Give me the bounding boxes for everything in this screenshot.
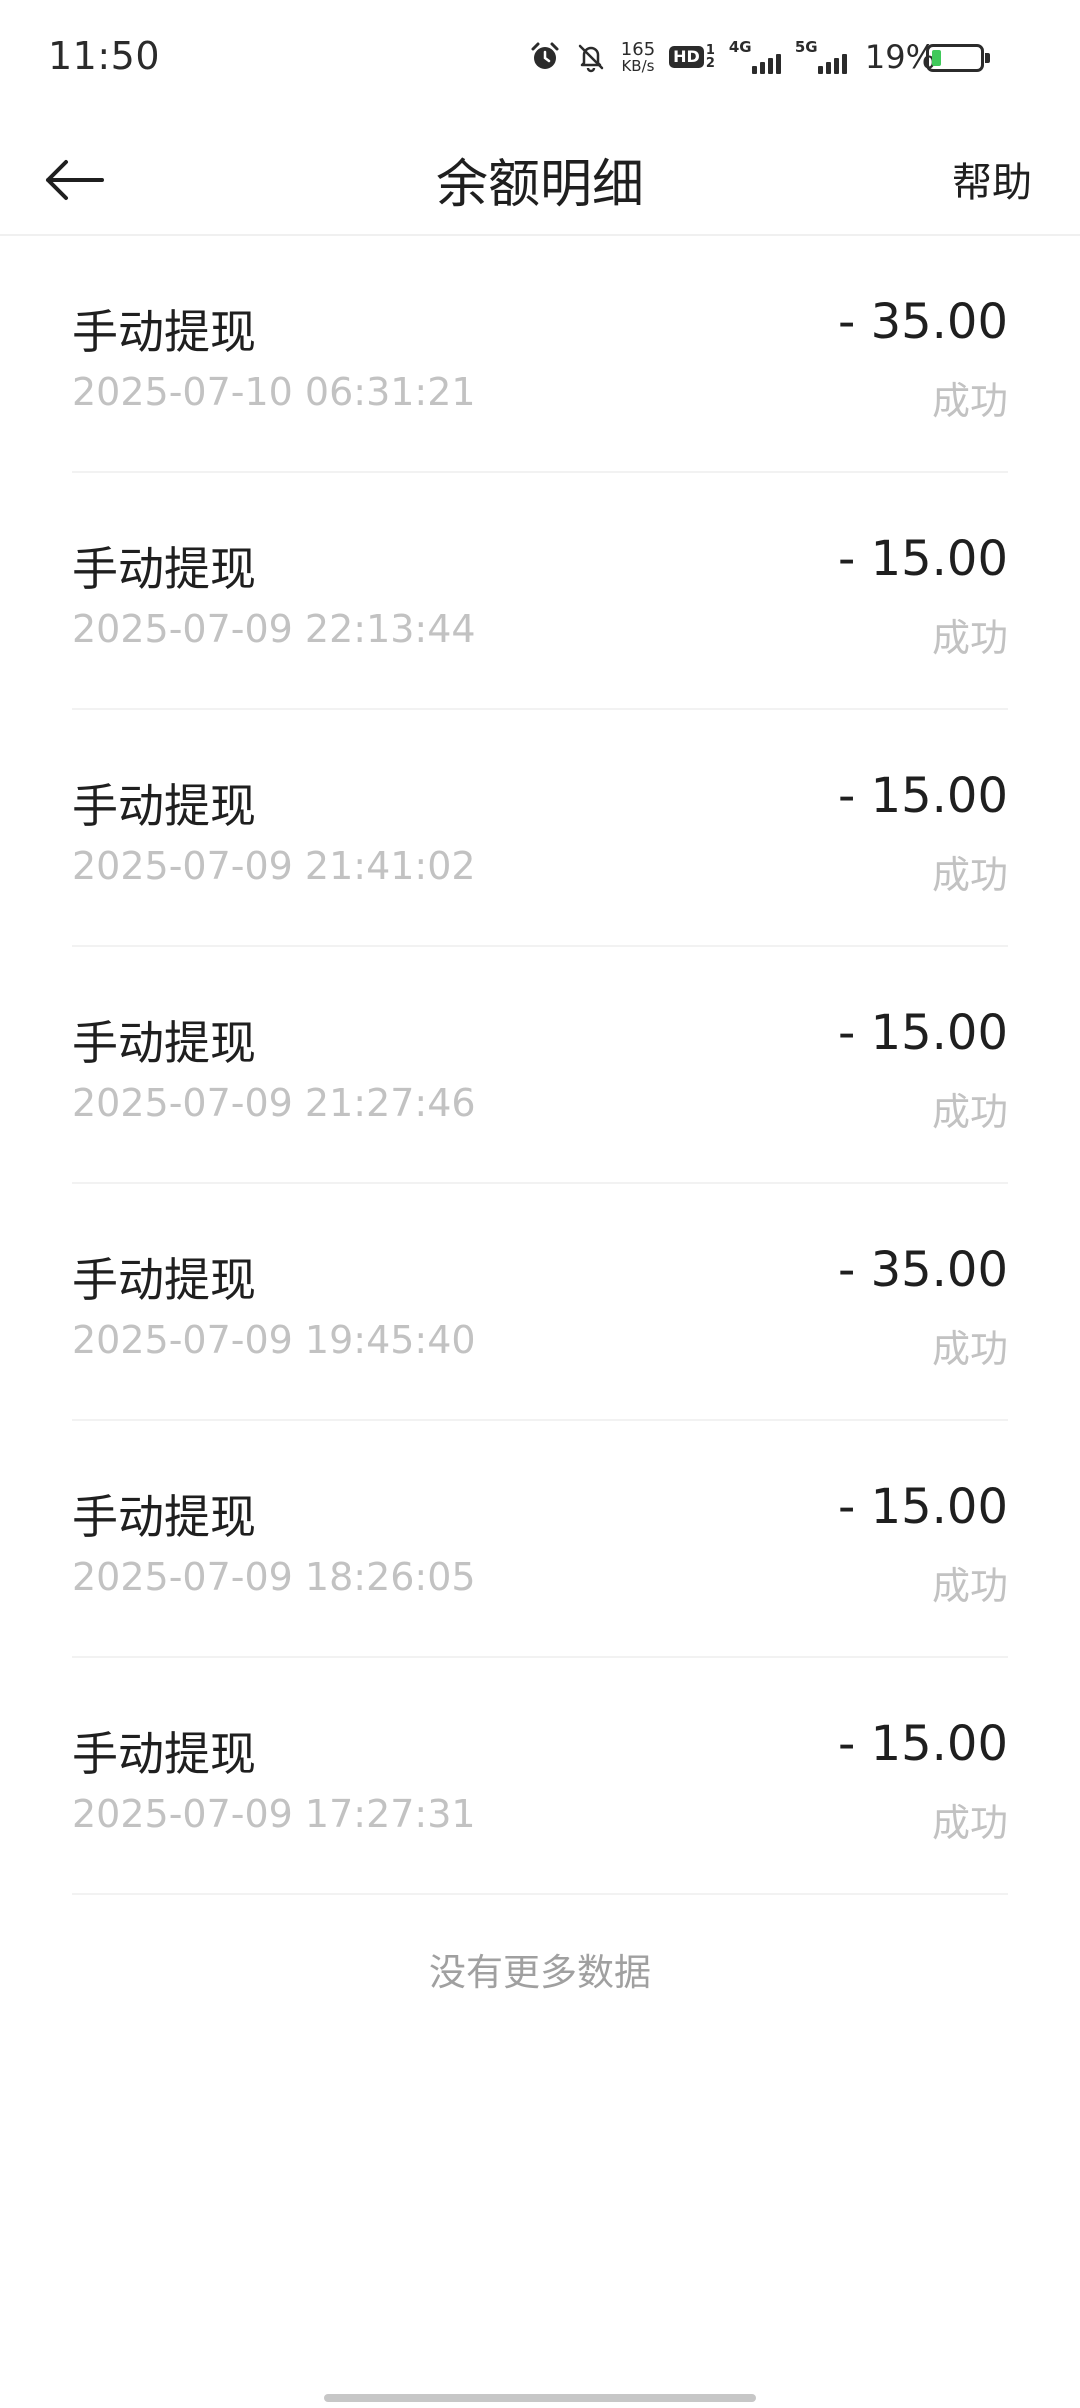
list-item[interactable]: 手动提现 - 15.00 2025-07-09 21:41:02 成功 [72, 710, 1008, 947]
status-time: 11:50 [48, 34, 161, 78]
list-item[interactable]: 手动提现 - 35.00 2025-07-09 19:45:40 成功 [72, 1184, 1008, 1421]
record-time: 2025-07-09 22:13:44 [72, 607, 476, 651]
list-item[interactable]: 手动提现 - 35.00 2025-07-10 06:31:21 成功 [72, 236, 1008, 473]
record-time: 2025-07-09 21:27:46 [72, 1081, 476, 1125]
hd-label: HD [669, 46, 704, 68]
record-title: 手动提现 [72, 779, 256, 833]
record-amount: - 35.00 [838, 294, 1008, 350]
record-title: 手动提现 [72, 1490, 256, 1544]
record-status: 成功 [931, 1090, 1008, 1134]
alarm-icon [529, 41, 561, 73]
signal-4g-tag: 4G [728, 38, 752, 56]
record-title: 手动提现 [72, 1727, 256, 1781]
record-status: 成功 [931, 853, 1008, 897]
record-status: 成功 [931, 1564, 1008, 1608]
network-speed: 165 KB/s [620, 38, 656, 75]
record-amount: - 35.00 [838, 1242, 1008, 1298]
signal-5g-tag: 5G [794, 38, 818, 56]
record-time: 2025-07-09 19:45:40 [72, 1318, 476, 1362]
hd-voice-icon: HD 1 2 [669, 44, 715, 70]
status-icons: 165 KB/s HD 1 2 4G 5G 19% [529, 38, 936, 76]
signal-5g-icon: 5G [795, 40, 847, 74]
no-more-data-text: 没有更多数据 [429, 1951, 651, 1994]
record-time: 2025-07-09 21:41:02 [72, 844, 476, 888]
battery-icon [926, 44, 990, 72]
nav-bar: 余额明细 帮助 [0, 120, 1080, 236]
record-amount: - 15.00 [838, 1716, 1008, 1772]
list-item[interactable]: 手动提现 - 15.00 2025-07-09 17:27:31 成功 [72, 1658, 1008, 1895]
network-speed-value: 165 [620, 38, 656, 60]
record-time: 2025-07-09 17:27:31 [72, 1792, 476, 1836]
record-amount: - 15.00 [838, 531, 1008, 587]
record-time: 2025-07-10 06:31:21 [72, 370, 476, 414]
list-item[interactable]: 手动提现 - 15.00 2025-07-09 21:27:46 成功 [72, 947, 1008, 1184]
record-title: 手动提现 [72, 542, 256, 596]
record-title: 手动提现 [72, 1253, 256, 1307]
record-title: 手动提现 [72, 1016, 256, 1070]
record-status: 成功 [931, 1327, 1008, 1371]
network-speed-unit: KB/s [621, 56, 655, 75]
list-item[interactable]: 手动提现 - 15.00 2025-07-09 18:26:05 成功 [72, 1421, 1008, 1658]
record-title: 手动提现 [72, 305, 256, 359]
record-amount: - 15.00 [838, 1479, 1008, 1535]
help-button[interactable]: 帮助 [952, 150, 1032, 208]
record-amount: - 15.00 [838, 1005, 1008, 1061]
record-time: 2025-07-09 18:26:05 [72, 1555, 476, 1599]
hd-sub-bottom: 2 [705, 56, 715, 71]
status-bar: 11:50 165 KB/s HD 1 2 4G 5G 19% [0, 0, 1080, 120]
record-status: 成功 [931, 379, 1008, 423]
signal-4g-icon: 4G [729, 40, 781, 74]
battery-level [932, 50, 941, 66]
record-status: 成功 [931, 1801, 1008, 1845]
record-status: 成功 [931, 616, 1008, 660]
list-item[interactable]: 手动提现 - 15.00 2025-07-09 22:13:44 成功 [72, 473, 1008, 710]
bell-muted-icon [575, 41, 607, 73]
page-title: 余额明细 [435, 155, 644, 215]
balance-record-list: 手动提现 - 35.00 2025-07-10 06:31:21 成功 手动提现… [72, 236, 1008, 1895]
home-indicator[interactable] [324, 2394, 756, 2402]
record-amount: - 15.00 [838, 768, 1008, 824]
